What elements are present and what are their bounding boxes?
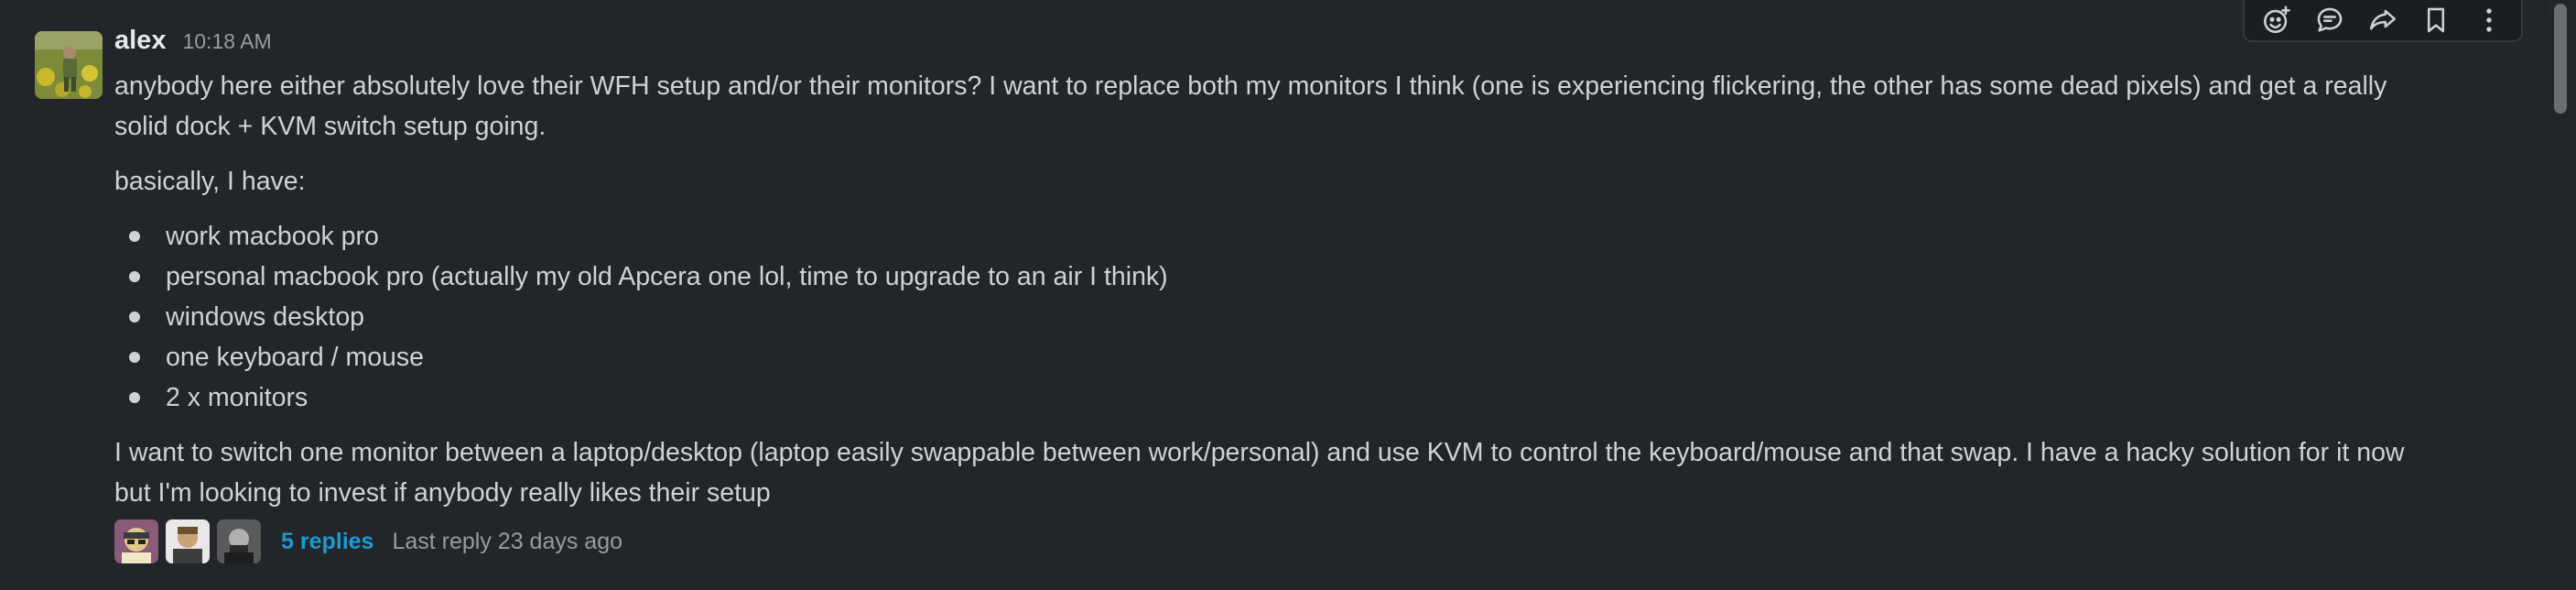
list-item-text: work macbook pro <box>166 222 379 251</box>
bullet-icon <box>129 271 140 282</box>
share-message-button[interactable] <box>2361 0 2405 40</box>
bullet-icon <box>129 392 140 403</box>
thread-summary[interactable]: 5 replies Last reply 23 days ago <box>114 519 622 564</box>
message-header: alex 10:18 AM <box>114 26 272 68</box>
list-item: 2 x monitors <box>114 377 2531 418</box>
scrollbar-thumb[interactable] <box>2554 4 2567 114</box>
add-reaction-button[interactable] <box>2255 0 2299 40</box>
reply-in-thread-icon <box>2317 7 2343 32</box>
more-actions-button[interactable] <box>2467 0 2511 40</box>
message-body: anybody here either absolutely love thei… <box>114 66 2531 528</box>
list-item-text: 2 x monitors <box>166 383 308 412</box>
list-item-text: windows desktop <box>166 302 365 332</box>
scrollbar[interactable] <box>2547 0 2576 590</box>
message-timestamp[interactable]: 10:18 AM <box>182 29 271 54</box>
list-item: one keyboard / mouse <box>114 337 2531 377</box>
message-text-line: anybody here either absolutely love thei… <box>114 71 2387 101</box>
message-text-line: I want to switch one monitor between a l… <box>114 438 2405 467</box>
message-text-line: solid dock + KVM switch setup going. <box>114 112 547 141</box>
more-actions-icon <box>2486 8 2492 32</box>
bullet-icon <box>129 352 140 363</box>
save-bookmark-icon <box>2427 7 2445 33</box>
list-item: work macbook pro <box>114 216 2531 257</box>
message-paragraph: anybody here either absolutely love thei… <box>114 66 2531 147</box>
last-reply-text: Last reply 23 days ago <box>392 528 623 554</box>
bullet-icon <box>129 311 140 322</box>
message-actions-toolbar <box>2243 0 2523 42</box>
reply-in-thread-button[interactable] <box>2308 0 2352 40</box>
author-name[interactable]: alex <box>114 26 166 56</box>
add-reaction-icon <box>2263 5 2290 34</box>
message-text-line: but I'm looking to invest if anybody rea… <box>114 478 771 508</box>
list-item: windows desktop <box>114 297 2531 337</box>
message-paragraph: basically, I have: <box>114 167 306 196</box>
participant-avatar[interactable] <box>114 519 158 563</box>
participant-avatar[interactable] <box>166 519 210 563</box>
participant-avatar[interactable] <box>217 519 261 563</box>
slack-message-view: alex 10:18 AM anybody here either absolu… <box>0 0 2576 590</box>
save-for-later-button[interactable] <box>2414 0 2458 40</box>
bullet-icon <box>129 231 140 242</box>
share-message-icon <box>2369 9 2397 30</box>
list-item: personal macbook pro (actually my old Ap… <box>114 257 2531 297</box>
thread-replies-link[interactable]: 5 replies <box>281 529 373 555</box>
message-item[interactable]: alex 10:18 AM anybody here either absolu… <box>0 0 2545 590</box>
list-item-text: personal macbook pro (actually my old Ap… <box>166 262 1168 291</box>
message-paragraph: I want to switch one monitor between a l… <box>114 432 2531 513</box>
list-item-text: one keyboard / mouse <box>166 343 425 372</box>
bullet-list: work macbook pro personal macbook pro (a… <box>114 216 2531 418</box>
avatar[interactable] <box>35 31 103 99</box>
